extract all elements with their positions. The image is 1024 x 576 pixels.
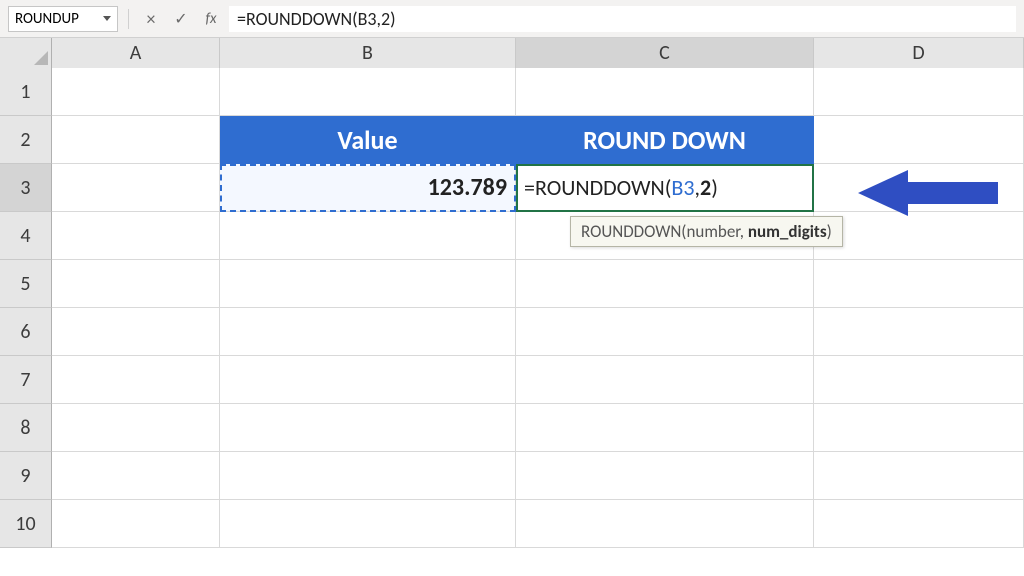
cell-D5[interactable]	[814, 260, 1024, 308]
cell-B5[interactable]	[220, 260, 516, 308]
worksheet: A B C D 1 2 3 4 5 6 7 8 9 10 Value ROUND…	[0, 38, 1024, 576]
row-9	[52, 452, 1024, 500]
cell-B4[interactable]	[220, 212, 516, 260]
cell-A7[interactable]	[52, 356, 220, 404]
cell-A4[interactable]	[52, 212, 220, 260]
cell-A8[interactable]	[52, 404, 220, 452]
row-header-7[interactable]: 7	[0, 356, 52, 404]
cell-A5[interactable]	[52, 260, 220, 308]
arrow-left-icon	[858, 170, 908, 216]
cell-A2[interactable]	[52, 116, 220, 164]
row-header-3[interactable]: 3	[0, 164, 52, 212]
row-header-4[interactable]: 4	[0, 212, 52, 260]
cell-A10[interactable]	[52, 500, 220, 548]
cell-C8[interactable]	[516, 404, 814, 452]
row-10	[52, 500, 1024, 548]
row-7	[52, 356, 1024, 404]
row-8	[52, 404, 1024, 452]
cell-B10[interactable]	[220, 500, 516, 548]
divider	[128, 9, 129, 29]
cell-B2[interactable]: Value	[220, 116, 516, 164]
cell-C10[interactable]	[516, 500, 814, 548]
formula-text: =ROUNDDOWN(B3,2)	[237, 8, 396, 30]
tooltip-p1[interactable]: number	[686, 221, 739, 242]
row-5	[52, 260, 1024, 308]
cell-B6[interactable]	[220, 308, 516, 356]
column-header-C[interactable]: C	[516, 38, 814, 68]
name-box-value: ROUNDUP	[15, 10, 79, 28]
cell-C7[interactable]	[516, 356, 814, 404]
cancel-button[interactable]: ×	[139, 7, 163, 31]
row-header-6[interactable]: 6	[0, 308, 52, 356]
tooltip-fn: ROUNDDOWN	[581, 221, 681, 242]
column-header-B[interactable]: B	[220, 38, 516, 68]
column-header-A[interactable]: A	[52, 38, 220, 68]
cell-D2[interactable]	[814, 116, 1024, 164]
cell-C2[interactable]: ROUND DOWN	[516, 116, 814, 164]
check-icon: ✓	[174, 9, 187, 29]
formula-ref: B3	[671, 174, 694, 201]
cell-D6[interactable]	[814, 308, 1024, 356]
confirm-button[interactable]: ✓	[169, 7, 193, 31]
formula-input[interactable]: =ROUNDDOWN(B3,2)	[229, 6, 1016, 32]
name-box[interactable]: ROUNDUP	[8, 6, 118, 32]
row-header-1[interactable]: 1	[0, 68, 52, 116]
cell-B3[interactable]: 123.789	[220, 164, 516, 212]
row-6	[52, 308, 1024, 356]
row-header-9[interactable]: 9	[0, 452, 52, 500]
row-4	[52, 212, 1024, 260]
arrow-annotation	[858, 170, 998, 216]
row-1	[52, 68, 1024, 116]
cell-C1[interactable]	[516, 68, 814, 116]
function-tooltip: ROUNDDOWN(number, num_digits)	[570, 216, 843, 247]
cell-D9[interactable]	[814, 452, 1024, 500]
cell-A6[interactable]	[52, 308, 220, 356]
cell-B1[interactable]	[220, 68, 516, 116]
column-header-D[interactable]: D	[814, 38, 1024, 68]
cell-D4[interactable]	[814, 212, 1024, 260]
cell-D7[interactable]	[814, 356, 1024, 404]
insert-function-button[interactable]: fx	[199, 7, 223, 31]
tooltip-sep: ,	[740, 221, 748, 242]
cell-C5[interactable]	[516, 260, 814, 308]
select-all-button[interactable]	[0, 38, 52, 68]
formula-suffix: )	[711, 174, 718, 201]
row-2: Value ROUND DOWN	[52, 116, 1024, 164]
cell-D10[interactable]	[814, 500, 1024, 548]
cell-C3[interactable]: =ROUNDDOWN(B3,2)	[516, 164, 814, 212]
cell-B8[interactable]	[220, 404, 516, 452]
formula-bar: ROUNDUP × ✓ fx =ROUNDDOWN(B3,2)	[0, 0, 1024, 38]
cell-A9[interactable]	[52, 452, 220, 500]
cell-D8[interactable]	[814, 404, 1024, 452]
formula-arg: 2	[700, 174, 711, 201]
cell-B9[interactable]	[220, 452, 516, 500]
row-headers: 1 2 3 4 5 6 7 8 9 10	[0, 68, 52, 548]
fx-icon: fx	[205, 10, 216, 28]
chevron-down-icon[interactable]	[103, 16, 111, 21]
formula-prefix: =ROUNDDOWN(	[524, 174, 671, 201]
row-header-8[interactable]: 8	[0, 404, 52, 452]
column-headers: A B C D	[0, 38, 1024, 68]
cell-A3[interactable]	[52, 164, 220, 212]
close-icon: ×	[147, 8, 156, 30]
cell-A1[interactable]	[52, 68, 220, 116]
cell-D1[interactable]	[814, 68, 1024, 116]
tooltip-close: )	[827, 221, 832, 242]
row-header-5[interactable]: 5	[0, 260, 52, 308]
cells-grid: Value ROUND DOWN 123.789 =ROUNDDOWN(B3,2…	[52, 68, 1024, 548]
row-header-2[interactable]: 2	[0, 116, 52, 164]
cell-C9[interactable]	[516, 452, 814, 500]
row-header-10[interactable]: 10	[0, 500, 52, 548]
arrow-body	[908, 182, 998, 204]
cell-C6[interactable]	[516, 308, 814, 356]
tooltip-p2[interactable]: num_digits	[748, 221, 827, 242]
cell-B7[interactable]	[220, 356, 516, 404]
